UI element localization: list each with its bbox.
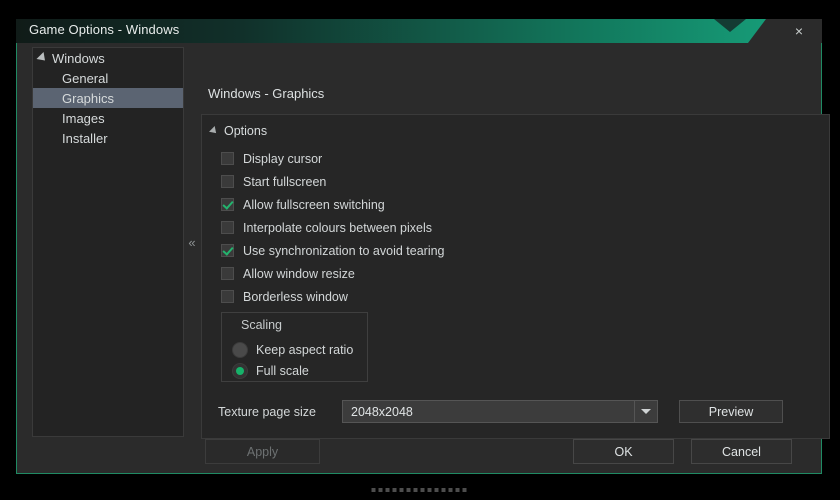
radio-label: Keep aspect ratio [256,342,354,357]
checkbox-label: Borderless window [243,289,348,304]
chevron-down-icon[interactable] [634,401,657,422]
ok-button[interactable]: OK [573,439,674,464]
sidebar-item-label: Windows [52,50,105,66]
close-icon[interactable]: × [776,19,822,43]
texture-page-size-label: Texture page size [218,404,316,419]
checkbox-unchecked-icon[interactable] [221,290,234,303]
grip-dot [427,488,432,492]
expander-triangle-icon [209,126,219,136]
checkbox-unchecked-icon[interactable] [221,221,234,234]
titlebar-close-area: × [748,19,822,43]
titlebar-notch-decoration [714,19,746,32]
checkbox-checked-icon[interactable] [221,198,234,211]
grip-dot [420,488,425,492]
checkbox-label: Display cursor [243,151,323,166]
checkbox-label: Allow fullscreen switching [243,197,385,212]
radio-label: Full scale [256,363,309,378]
sidebar-item-windows[interactable]: Windows [33,48,183,68]
dialog-window: Windows General Graphics Images Installer « … [16,19,830,492]
checkbox-label: Start fullscreen [243,174,327,189]
preview-button[interactable]: Preview [679,400,783,423]
checkbox-unchecked-icon[interactable] [221,267,234,280]
checkbox-row[interactable]: Allow window resize [221,262,781,285]
checkbox-row[interactable]: Use synchronization to avoid tearing [221,239,781,262]
sidebar-item-label: Installer [62,130,108,146]
grip-dot [371,488,376,492]
grip-dot [378,488,383,492]
options-group-label: Options [224,124,268,138]
window-title: Game Options - Windows [29,22,180,37]
checkbox-row[interactable]: Allow fullscreen switching [221,193,781,216]
options-checkbox-list: Display cursor Start fullscreen Allow full… [221,147,781,308]
texture-page-size-select[interactable]: 2048x2048 [342,400,658,423]
radio-unselected-icon[interactable] [232,341,248,358]
scaling-radio-list: Keep aspect ratio Full scale [232,339,353,381]
sidebar-splitter[interactable]: « [185,47,199,437]
checkbox-row[interactable]: Display cursor [221,147,781,170]
grip-dot [441,488,446,492]
checkbox-row[interactable]: Start fullscreen [221,170,781,193]
grip-dot [399,488,404,492]
grip-dot [385,488,390,492]
radio-row[interactable]: Keep aspect ratio [232,339,353,360]
navigation-tree[interactable]: Windows General Graphics Images Installer [32,47,184,437]
checkbox-row[interactable]: Interpolate colours between pixels [221,216,781,239]
grip-dot [448,488,453,492]
title-bar[interactable]: Game Options - Windows × [16,19,822,43]
options-group-header[interactable]: Options [209,124,268,138]
checkbox-unchecked-icon[interactable] [221,152,234,165]
grip-dot [406,488,411,492]
checkbox-label: Interpolate colours between pixels [243,220,433,235]
texture-page-size-value: 2048x2048 [351,404,413,419]
grip-dot [455,488,460,492]
cancel-button[interactable]: Cancel [691,439,792,464]
checkbox-label: Use synchronization to avoid tearing [243,243,445,258]
sidebar-item-installer[interactable]: Installer [33,128,183,148]
scaling-group-label: Scaling [241,318,282,332]
sidebar-item-images[interactable]: Images [33,108,183,128]
texture-page-size-row: Texture page size 2048x2048 Preview [218,400,783,423]
sidebar-item-label: Images [62,110,105,126]
radio-selected-icon[interactable] [232,362,248,379]
grip-dot [413,488,418,492]
scaling-group-box: Scaling Keep aspect ratio Full scale [221,312,368,382]
checkbox-label: Allow window resize [243,266,355,281]
options-panel: Options Display cursor Start fullscreen Al… [201,114,830,439]
checkbox-unchecked-icon[interactable] [221,175,234,188]
sidebar-item-graphics[interactable]: Graphics [33,88,183,108]
checkbox-checked-icon[interactable] [221,244,234,257]
sidebar-item-label: General [62,70,109,86]
grip-dot [462,488,467,492]
expander-triangle-icon[interactable] [36,51,49,65]
resize-grip[interactable] [371,488,467,492]
sidebar-item-general[interactable]: General [33,68,183,88]
radio-row[interactable]: Full scale [232,360,353,381]
grip-dot [434,488,439,492]
collapse-sidebar-chevron-icon[interactable]: « [188,236,195,249]
apply-button[interactable]: Apply [205,439,320,464]
page-title: Windows - Graphics [208,86,325,101]
grip-dot [392,488,397,492]
sidebar-item-label: Graphics [62,90,115,106]
checkbox-row[interactable]: Borderless window [221,285,781,308]
